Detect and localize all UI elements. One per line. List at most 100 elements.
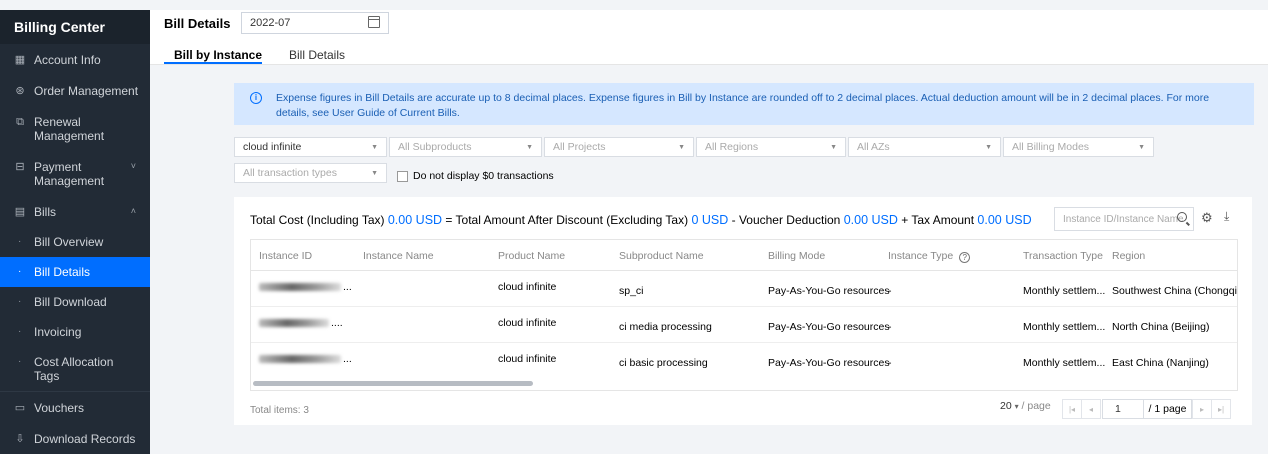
sidebar-item-label: Vouchers xyxy=(34,401,85,415)
total-cost-value: 0.00 USD xyxy=(387,213,443,227)
instance-id-cell[interactable]: .... xyxy=(331,317,343,329)
page-total-label: / 1 page xyxy=(1144,399,1192,419)
total-cost-label: Total Cost (Including Tax) xyxy=(250,213,385,227)
after-discount-label: = Total Amount After Discount (Excluding… xyxy=(445,213,689,227)
az-select-value: All AZs xyxy=(857,141,890,153)
transaction-type-cell: Monthly settlem... xyxy=(1023,285,1106,297)
tab-bill-details[interactable]: Bill Details xyxy=(289,48,345,62)
table-row[interactable]: .... cloud infinite ci media processing … xyxy=(251,307,1237,343)
gear-icon[interactable]: ⚙ xyxy=(1201,210,1213,226)
prev-page-button[interactable]: ◂ xyxy=(1081,399,1101,419)
chevron-down-icon: ▾ xyxy=(1014,402,1019,411)
table-row[interactable]: ... cloud infinite sp_ci Pay-As-You-Go r… xyxy=(251,271,1237,307)
download-icon[interactable]: ⤓ xyxy=(1224,209,1229,224)
table-row[interactable]: ... cloud infinite ci basic processing P… xyxy=(251,343,1237,379)
voucher-icon: ▭ xyxy=(14,402,26,414)
product-select[interactable]: cloud infinite ▼ xyxy=(234,137,387,157)
help-icon[interactable]: ? xyxy=(959,252,971,263)
instance-type-cell: - xyxy=(888,285,892,297)
col-billing-mode[interactable]: Billing Mode xyxy=(768,250,825,262)
calendar-icon xyxy=(368,16,380,28)
sidebar-item-order-management[interactable]: ⊛ Order Management xyxy=(0,75,150,106)
sidebar-item-payment-management[interactable]: ⊟ Payment Management ˅ xyxy=(0,151,150,196)
grid-icon: ▦ xyxy=(14,54,26,66)
billing-mode-select[interactable]: All Billing Modes ▼ xyxy=(1003,137,1154,157)
transaction-type-select[interactable]: All transaction types ▼ xyxy=(234,163,387,183)
bills-icon: ▤ xyxy=(14,206,26,218)
instance-type-cell: - xyxy=(888,357,892,369)
info-icon: i xyxy=(250,92,262,104)
page-number-input[interactable]: 1 xyxy=(1102,399,1144,419)
next-page-button[interactable]: ▸ xyxy=(1192,399,1212,419)
subproduct-cell: ci media processing xyxy=(619,321,712,333)
notice-text: Expense figures in Bill Details are accu… xyxy=(276,92,1210,119)
sidebar-item-download-records[interactable]: ⇩ Download Records xyxy=(0,423,150,454)
instance-id-cell[interactable]: ... xyxy=(343,353,352,365)
product-select-value: cloud infinite xyxy=(243,141,302,153)
col-subproduct-name[interactable]: Subproduct Name xyxy=(619,250,704,262)
last-page-button[interactable]: ▸| xyxy=(1211,399,1231,419)
billing-mode-cell: Pay-As-You-Go resources xyxy=(768,285,890,297)
month-picker-value: 2022-07 xyxy=(250,17,291,29)
col-instance-type[interactable]: Instance Type? xyxy=(888,250,971,263)
sidebar-item-label: Bill Overview xyxy=(34,235,104,249)
dropdown-arrow-icon: ▼ xyxy=(371,170,378,177)
subproduct-cell: sp_ci xyxy=(619,285,644,297)
dropdown-arrow-icon: ▼ xyxy=(830,144,837,151)
tab-bill-by-instance[interactable]: Bill by Instance xyxy=(174,48,262,62)
total-items: Total items: 3 xyxy=(250,405,309,416)
sidebar-item-bills[interactable]: ▤ Bills ˄ xyxy=(0,196,150,227)
project-select[interactable]: All Projects ▼ xyxy=(544,137,694,157)
instance-id-cell[interactable]: ... xyxy=(343,281,352,293)
sidebar-item-account-info[interactable]: ▦ Account Info xyxy=(0,44,150,75)
tax-amount-value: 0.00 USD xyxy=(977,213,1032,227)
region-select[interactable]: All Regions ▼ xyxy=(696,137,846,157)
sidebar-item-label: Payment Management xyxy=(34,160,105,188)
chevron-down-icon: ˅ xyxy=(130,161,136,171)
col-region[interactable]: Region xyxy=(1112,250,1145,262)
col-product-name[interactable]: Product Name xyxy=(498,250,565,262)
sidebar-item-label: Cost Allocation Tags xyxy=(34,355,114,383)
sidebar-item-invoicing[interactable]: · Invoicing xyxy=(0,317,150,347)
subproduct-select-value: All Subproducts xyxy=(398,141,472,153)
sidebar-item-cost-allocation-tags[interactable]: · Cost Allocation Tags xyxy=(0,347,150,391)
sidebar-item-label: Invoicing xyxy=(34,325,82,339)
transaction-type-select-value: All transaction types xyxy=(243,167,337,179)
redacted-instance-id xyxy=(259,319,329,327)
download-records-icon: ⇩ xyxy=(15,433,25,445)
sidebar: Billing Center ▦ Account Info ⊛ Order Ma… xyxy=(0,10,150,454)
subproduct-cell: ci basic processing xyxy=(619,357,708,369)
month-picker[interactable]: 2022-07 xyxy=(241,12,389,34)
table-header: Instance ID Instance Name Product Name S… xyxy=(251,240,1237,271)
az-select[interactable]: All AZs ▼ xyxy=(848,137,1001,157)
sidebar-item-bill-download[interactable]: · Bill Download xyxy=(0,287,150,317)
hide-zero-checkbox[interactable] xyxy=(397,171,408,182)
subproduct-select[interactable]: All Subproducts ▼ xyxy=(389,137,542,157)
bullet-icon: · xyxy=(18,326,22,337)
hide-zero-label: Do not display $0 transactions xyxy=(413,170,554,182)
sidebar-item-renewal-management[interactable]: ⧉ Renewal Management xyxy=(0,106,150,151)
col-transaction-type[interactable]: Transaction Type xyxy=(1023,250,1103,262)
sidebar-item-vouchers[interactable]: ▭ Vouchers xyxy=(0,392,150,423)
page-size-select[interactable]: 20 ▾ / page xyxy=(1000,400,1051,412)
sidebar-item-label: Bill Download xyxy=(34,295,107,309)
product-cell: cloud infinite xyxy=(498,353,557,365)
voucher-deduction-value: 0.00 USD xyxy=(843,213,898,227)
dropdown-arrow-icon: ▼ xyxy=(678,144,685,151)
sidebar-item-bill-details[interactable]: · Bill Details xyxy=(0,257,150,287)
first-page-button[interactable]: |◂ xyxy=(1062,399,1082,419)
sidebar-item-label: Bill Details xyxy=(34,265,91,279)
col-instance-id[interactable]: Instance ID xyxy=(259,250,312,262)
billing-mode-cell: Pay-As-You-Go resources xyxy=(768,357,890,369)
chevron-up-icon: ˄ xyxy=(130,206,136,216)
bullet-icon: · xyxy=(18,296,22,307)
horizontal-scrollbar[interactable] xyxy=(253,381,533,386)
instance-search-input[interactable]: Instance ID/Instance Name xyxy=(1054,207,1194,231)
bullet-icon: · xyxy=(18,236,22,247)
dropdown-arrow-icon: ▼ xyxy=(985,144,992,151)
page-title: Bill Details xyxy=(164,16,231,31)
col-instance-name[interactable]: Instance Name xyxy=(363,250,434,262)
search-icon[interactable] xyxy=(1177,212,1187,222)
renewal-icon: ⧉ xyxy=(16,116,24,128)
sidebar-item-bill-overview[interactable]: · Bill Overview xyxy=(0,227,150,257)
